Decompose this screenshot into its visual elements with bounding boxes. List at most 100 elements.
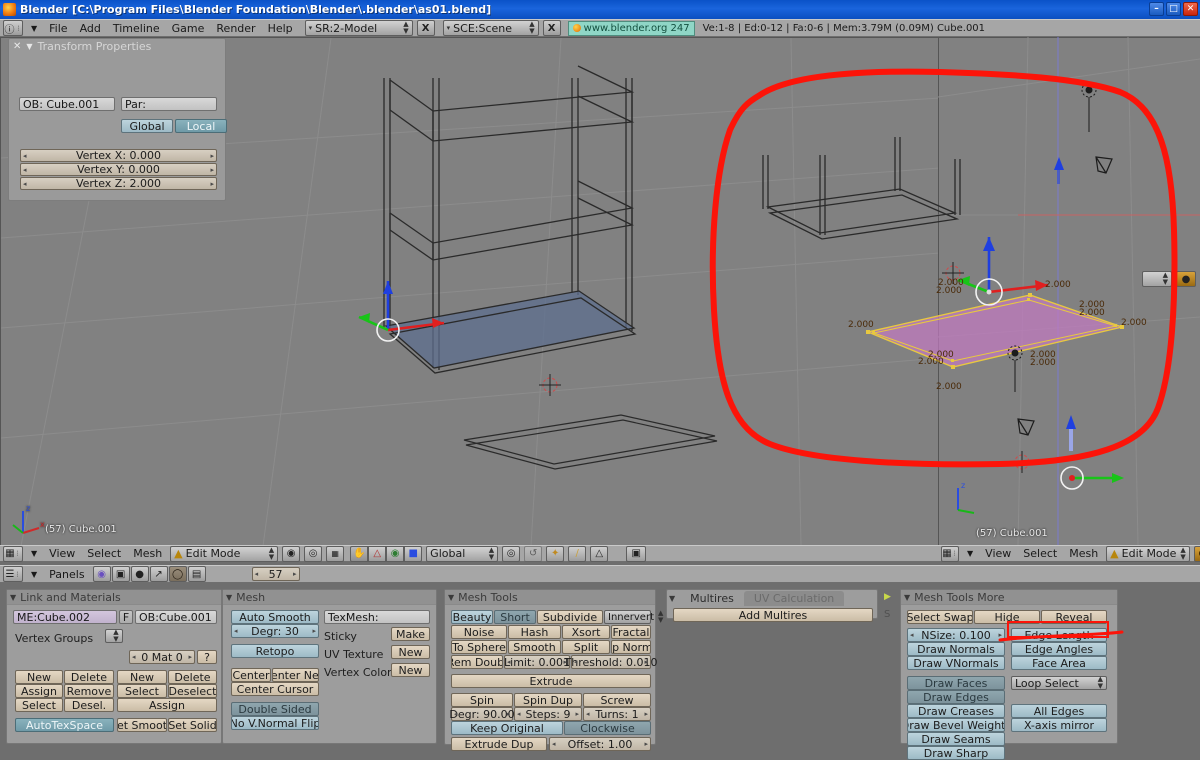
panel-collapse-icon[interactable]: ▼	[10, 593, 16, 602]
xsort-button[interactable]: Xsort	[562, 625, 610, 639]
global-button[interactable]: Global	[121, 119, 173, 133]
occlude-geometry-icon[interactable]: ■	[404, 545, 423, 562]
pivot-median-icon[interactable]: ◎	[304, 545, 323, 562]
mat-assign-button[interactable]: Assign	[117, 698, 217, 712]
edge-select-icon[interactable]: △	[368, 545, 387, 562]
center-button[interactable]: Center	[231, 668, 271, 682]
close-button[interactable]: ✕	[1183, 2, 1198, 16]
menu-mesh[interactable]: Mesh	[129, 547, 166, 560]
autotexspace-button[interactable]: AutoTexSpace	[15, 718, 114, 732]
viewport-right-floating-control[interactable]: ▲ ▼	[1142, 271, 1172, 287]
panel-collapse-icon-multires[interactable]: ▼	[669, 594, 675, 603]
draw-bevel-weights-button[interactable]: Draw Bevel Weights	[907, 718, 1005, 732]
vertex-x-field[interactable]: Vertex X: 0.000	[20, 149, 217, 162]
set-smooth-button[interactable]: Set Smooth	[117, 718, 167, 732]
auto-smooth-degr-field[interactable]: Degr: 30	[231, 624, 319, 638]
vertex-z-field[interactable]: Vertex Z: 2.000	[20, 177, 217, 190]
panel-collapse-icon-mtm[interactable]: ▼	[904, 593, 910, 602]
subdivide-button[interactable]: Subdivide	[537, 610, 603, 624]
no-vnormal-flip-button[interactable]: No V.Normal Flip	[231, 716, 319, 730]
mat-deselect-button[interactable]: Deselect	[168, 684, 217, 698]
logic-context-icon[interactable]: ▤	[187, 566, 206, 582]
face-select-icon[interactable]: ◉	[386, 545, 405, 562]
mat-select-button[interactable]: Select	[117, 684, 167, 698]
menu-game[interactable]: Game	[168, 22, 209, 35]
tab-multires[interactable]: Multires	[680, 591, 744, 606]
xaxis-mirror-button[interactable]: X-axis mirror	[1011, 718, 1107, 732]
mode-selector-right[interactable]: ▲ Edit Mode ▲ ▼	[1106, 545, 1190, 562]
draw-sharp-button[interactable]: Draw Sharp	[907, 746, 1005, 760]
object-name-field[interactable]: OB: Cube.001	[19, 97, 115, 111]
edge-length-button[interactable]: Edge Length	[1011, 628, 1107, 642]
double-sided-button[interactable]: Double Sided	[231, 702, 319, 716]
menu-help[interactable]: Help	[264, 22, 297, 35]
vg-new-button[interactable]: New	[15, 670, 63, 684]
draw-edges-button[interactable]: Draw Edges	[907, 690, 1005, 704]
menu-select-right[interactable]: Select	[1019, 547, 1061, 560]
viewport-right-floating-shading-icon[interactable]: ●	[1176, 271, 1196, 287]
vg-select-button[interactable]: Select	[15, 698, 63, 712]
mesh-datablock-field[interactable]: ME:Cube.002	[13, 610, 117, 624]
textured-shading-icon[interactable]: ●	[1193, 545, 1200, 562]
draw-seams-button[interactable]: Draw Seams	[907, 732, 1005, 746]
screw-button[interactable]: Screw	[583, 693, 651, 707]
uv-texture-new-button[interactable]: New	[391, 645, 430, 659]
vertex-y-field[interactable]: Vertex Y: 0.000	[20, 163, 217, 176]
triangle-down-icon[interactable]: ▼	[26, 42, 32, 51]
rotate-manipulator-icon[interactable]: ↺	[524, 545, 543, 562]
to-sphere-button[interactable]: To Sphere	[451, 640, 507, 654]
menu-select[interactable]: Select	[83, 547, 125, 560]
scene-delete-button[interactable]: X	[542, 20, 561, 36]
menu-add[interactable]: Add	[76, 22, 105, 35]
snap-grid-icon[interactable]: ▦	[326, 545, 345, 562]
physics-context-icon[interactable]: ●	[130, 566, 149, 582]
header-collapse-icon[interactable]: ▼	[27, 549, 41, 558]
panel-collapse-icon-mesh[interactable]: ▼	[226, 593, 232, 602]
vg-remove-button[interactable]: Remove	[64, 684, 114, 698]
chevron-down-icon[interactable]: ▼	[27, 24, 41, 33]
frame-field[interactable]: 57	[251, 567, 300, 581]
split-button[interactable]: Split	[562, 640, 610, 654]
mat-delete-button[interactable]: Delete	[168, 670, 217, 684]
vertex-select-icon[interactable]: ✋	[350, 545, 369, 562]
offset-field[interactable]: Offset: 1.00	[549, 737, 651, 751]
mat-new-button[interactable]: New	[117, 670, 167, 684]
material-help-button[interactable]: ?	[197, 650, 217, 664]
edge-angles-button[interactable]: Edge Angles	[1011, 642, 1107, 656]
tab-uv-calculation[interactable]: UV Calculation	[743, 591, 845, 606]
3d-view-icon[interactable]: ▦ ⋮	[3, 545, 23, 562]
falloff-icon[interactable]: /	[568, 545, 587, 562]
flip-normal-button[interactable]: Flip Normal	[611, 640, 651, 654]
loop-select-selector[interactable]: Loop Select ▲ ▼	[1011, 676, 1107, 690]
local-button[interactable]: Local	[175, 119, 227, 133]
spin-button[interactable]: Spin	[451, 693, 513, 707]
transform-properties-panel[interactable]: ✕ ▼ Transform Properties OB: Cube.001 Pa…	[8, 38, 227, 201]
smooth-button[interactable]: Smooth	[508, 640, 561, 654]
manipulator-icon[interactable]: ◎	[502, 545, 521, 562]
buttons-window-icon[interactable]: ☰ ⋮	[3, 566, 23, 582]
beauty-button[interactable]: Beauty	[451, 610, 493, 624]
render-window-icon[interactable]: ▣	[626, 545, 647, 562]
3d-view-icon-right[interactable]: ▦ ⋮	[941, 545, 959, 562]
scene-selector[interactable]: ▾ SCE:Scene ▲ ▼	[442, 20, 539, 36]
steps-field[interactable]: Steps: 9	[514, 707, 582, 721]
draw-vnormals-button[interactable]: Draw VNormals	[907, 656, 1005, 670]
menu-view[interactable]: View	[45, 547, 79, 560]
menu-panels[interactable]: Panels	[45, 568, 88, 581]
auto-smooth-button[interactable]: Auto Smooth	[231, 610, 319, 624]
menu-file[interactable]: File	[45, 22, 71, 35]
hash-button[interactable]: Hash	[508, 625, 561, 639]
buttons-collapse-icon[interactable]: ▼	[27, 570, 41, 579]
material-index-field[interactable]: 0 Mat 0	[129, 650, 195, 664]
screen-delete-button[interactable]: X	[416, 20, 435, 36]
object-context-icon[interactable]: ▣	[111, 566, 130, 582]
texmesh-field[interactable]: TexMesh:	[324, 610, 430, 624]
screen-selector[interactable]: ▾ SR:2-Model ▲ ▼	[304, 20, 413, 36]
panel-expand-arrow-icon[interactable]: ▶	[884, 592, 891, 602]
header-collapse-icon-right[interactable]: ▼	[963, 549, 977, 558]
menu-view-right[interactable]: View	[981, 547, 1015, 560]
transform-orientation-selector[interactable]: Global ▲ ▼	[426, 545, 499, 562]
nsize-field[interactable]: NSize: 0.100	[907, 628, 1005, 642]
minimize-button[interactable]: –	[1149, 2, 1164, 16]
vg-assign-button[interactable]: Assign	[15, 684, 63, 698]
